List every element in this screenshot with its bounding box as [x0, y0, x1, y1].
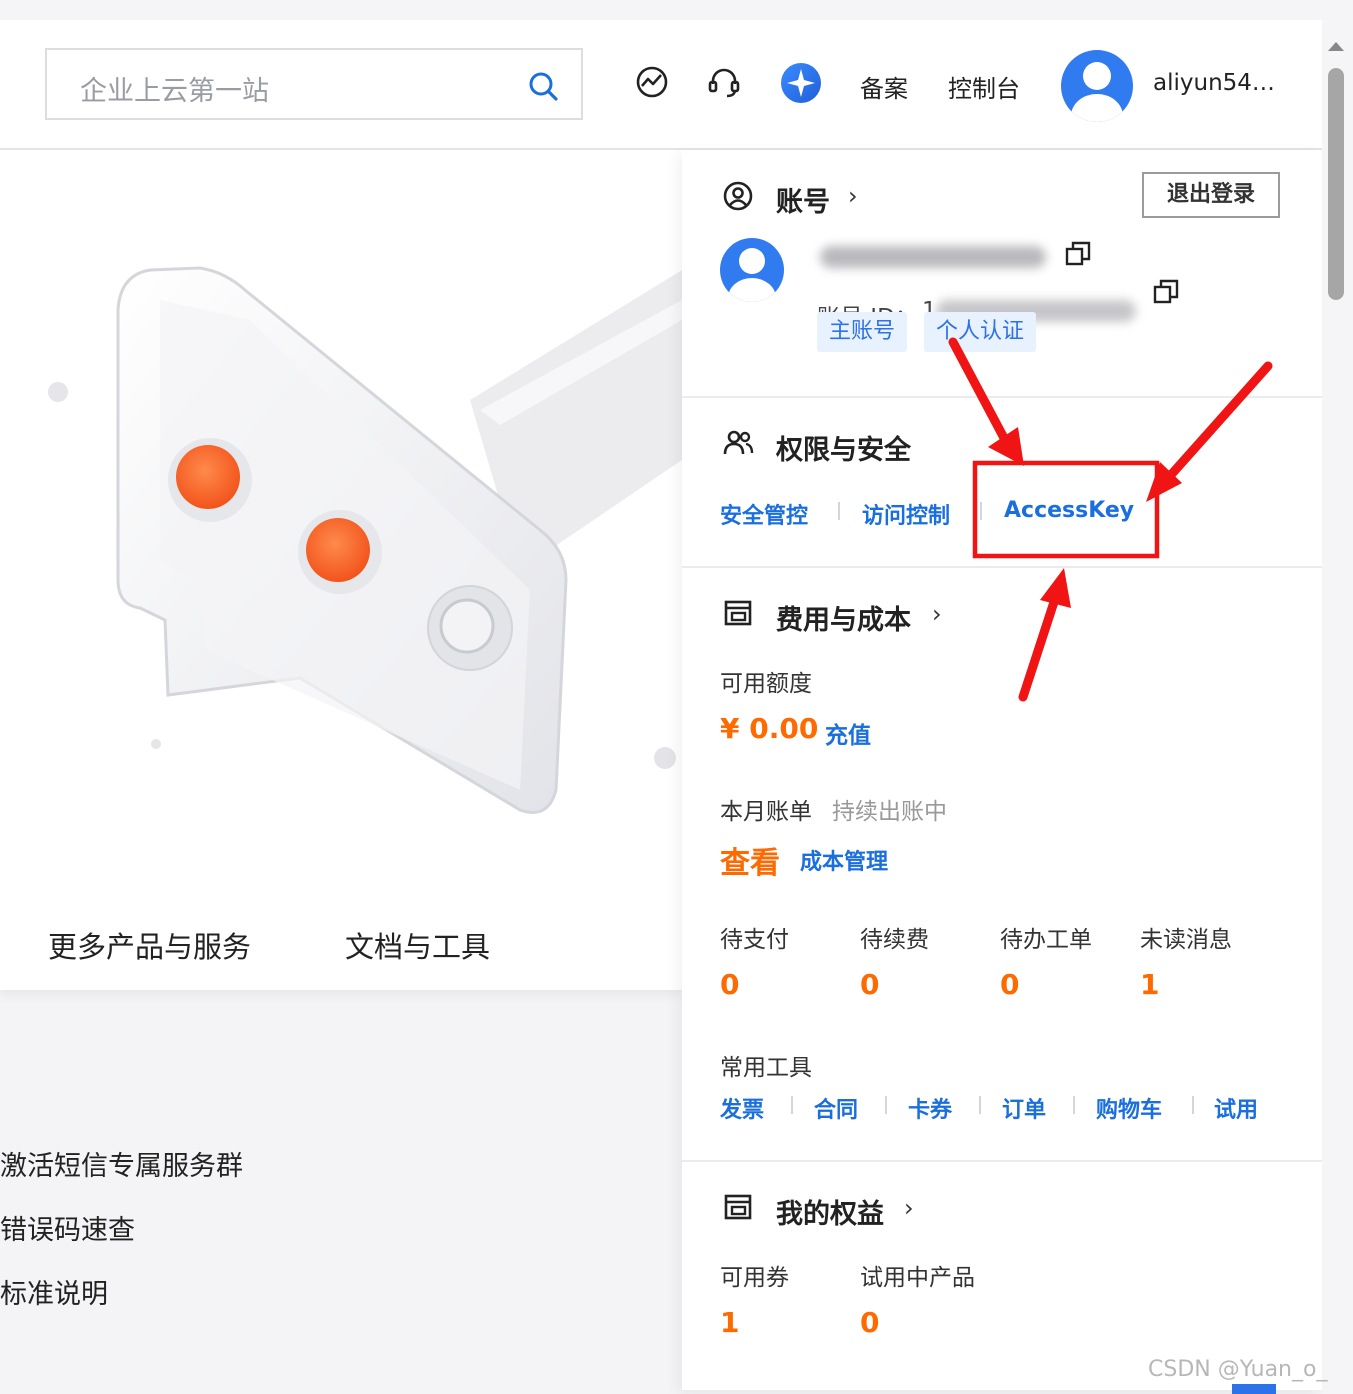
- recharge-link[interactable]: 充值: [825, 716, 871, 750]
- headset-icon[interactable]: [706, 64, 742, 100]
- tool-orders[interactable]: 订单: [1002, 1092, 1046, 1124]
- search-box[interactable]: 企业上云第一站: [45, 48, 583, 120]
- nav-icp-filing[interactable]: 备案: [860, 69, 908, 104]
- common-tools-label: 常用工具: [720, 1055, 812, 1081]
- separator: [838, 502, 840, 520]
- tool-coupons[interactable]: 卡券: [908, 1092, 952, 1124]
- view-bill-link[interactable]: 查看: [720, 838, 780, 882]
- stat-value-pending-renewal[interactable]: 0: [860, 968, 879, 1001]
- username[interactable]: aliyun54…: [1153, 70, 1275, 96]
- divider: [682, 396, 1322, 398]
- tool-invoice[interactable]: 发票: [720, 1092, 764, 1124]
- redacted-account-name: [820, 246, 1046, 268]
- stat-label-coupons: 可用券: [720, 1265, 789, 1291]
- ai-assistant-icon[interactable]: [780, 62, 822, 104]
- hero-banner: 更多产品与服务 文档与工具: [0, 150, 682, 990]
- stat-value-pending-payment[interactable]: 0: [720, 968, 739, 1001]
- nav-console[interactable]: 控制台: [948, 69, 1020, 104]
- account-title[interactable]: 账号: [776, 180, 830, 219]
- link-accesskey[interactable]: AccessKey: [1004, 498, 1134, 523]
- top-bar: 企业上云第一站 备案 控制台 aliyun54…: [0, 20, 1322, 150]
- dashboard-icon[interactable]: [634, 64, 670, 100]
- link-standard-notes[interactable]: 标准说明: [0, 1272, 108, 1311]
- monthly-bill-label: 本月账单: [720, 799, 812, 825]
- search-input[interactable]: 企业上云第一站: [80, 69, 269, 108]
- monthly-bill-status: 持续出账中: [832, 799, 947, 825]
- user-circle-icon: [723, 181, 753, 211]
- tool-cart[interactable]: 购物车: [1096, 1092, 1162, 1124]
- floating-button[interactable]: [1232, 1384, 1276, 1394]
- available-credit-label: 可用额度: [720, 671, 812, 697]
- tab-docs-tools[interactable]: 文档与工具: [345, 924, 490, 966]
- wallet-icon: [724, 600, 752, 626]
- scroll-up-arrow-icon[interactable]: [1328, 42, 1344, 51]
- copy-icon[interactable]: [1152, 278, 1180, 306]
- chevron-right-icon[interactable]: ›: [932, 600, 942, 628]
- chat-bubble-illustration: [48, 266, 682, 814]
- users-icon: [723, 430, 754, 455]
- balance-amount: ¥ 0.00: [720, 712, 819, 745]
- separator: [1073, 1096, 1075, 1114]
- divider: [682, 566, 1322, 568]
- link-security-control[interactable]: 安全管控: [720, 498, 808, 530]
- cost-management-link[interactable]: 成本管理: [800, 844, 888, 876]
- billing-title[interactable]: 费用与成本: [776, 598, 911, 637]
- divider: [682, 1160, 1322, 1162]
- user-avatar[interactable]: [1061, 50, 1133, 122]
- stat-value-unread-messages[interactable]: 1: [1140, 968, 1159, 1001]
- hero-tabs: 更多产品与服务 文档与工具: [0, 902, 682, 990]
- stat-label-unread-messages: 未读消息: [1140, 927, 1232, 953]
- search-icon[interactable]: [527, 70, 559, 102]
- main-account-tag: 主账号: [817, 312, 908, 352]
- chevron-right-icon[interactable]: ›: [904, 1194, 914, 1222]
- chevron-right-icon[interactable]: ›: [848, 182, 858, 210]
- separator: [1192, 1096, 1194, 1114]
- tool-trial[interactable]: 试用: [1214, 1092, 1258, 1124]
- link-error-code-lookup[interactable]: 错误码速查: [0, 1208, 135, 1247]
- stat-value-trial-products[interactable]: 0: [860, 1306, 879, 1339]
- benefits-title[interactable]: 我的权益: [776, 1192, 884, 1231]
- stat-value-coupons[interactable]: 1: [720, 1306, 739, 1339]
- stat-label-trial-products: 试用中产品: [860, 1265, 975, 1291]
- wallet-icon: [724, 1194, 752, 1220]
- tab-more-products[interactable]: 更多产品与服务: [48, 924, 251, 966]
- separator: [980, 502, 982, 520]
- separator: [791, 1096, 793, 1114]
- logout-button[interactable]: 退出登录: [1142, 172, 1280, 218]
- stat-label-tickets: 待办工单: [1000, 927, 1092, 953]
- stat-value-tickets[interactable]: 0: [1000, 968, 1019, 1001]
- stat-label-pending-renewal: 待续费: [860, 927, 929, 953]
- link-access-control[interactable]: 访问控制: [862, 498, 950, 530]
- account-dropdown-panel: 账号 › 退出登录 账号 ID： 1 主账号 个人认证 权限与安全 安: [682, 150, 1322, 1390]
- separator: [885, 1096, 887, 1114]
- copy-icon[interactable]: [1064, 240, 1092, 268]
- account-avatar: [720, 238, 784, 302]
- personal-verification-tag[interactable]: 个人认证: [924, 312, 1037, 352]
- watermark: CSDN @Yuan_o_: [1148, 1357, 1328, 1382]
- stat-label-pending-payment: 待支付: [720, 927, 789, 953]
- scrollbar-thumb[interactable]: [1328, 68, 1344, 300]
- security-title: 权限与安全: [776, 435, 911, 466]
- tool-contract[interactable]: 合同: [814, 1092, 858, 1124]
- separator: [979, 1096, 981, 1114]
- page: 企业上云第一站 备案 控制台 aliyun54… 更多产品与服务 文档与工具 激…: [0, 20, 1322, 1394]
- link-activate-sms-group[interactable]: 激活短信专属服务群: [0, 1144, 243, 1183]
